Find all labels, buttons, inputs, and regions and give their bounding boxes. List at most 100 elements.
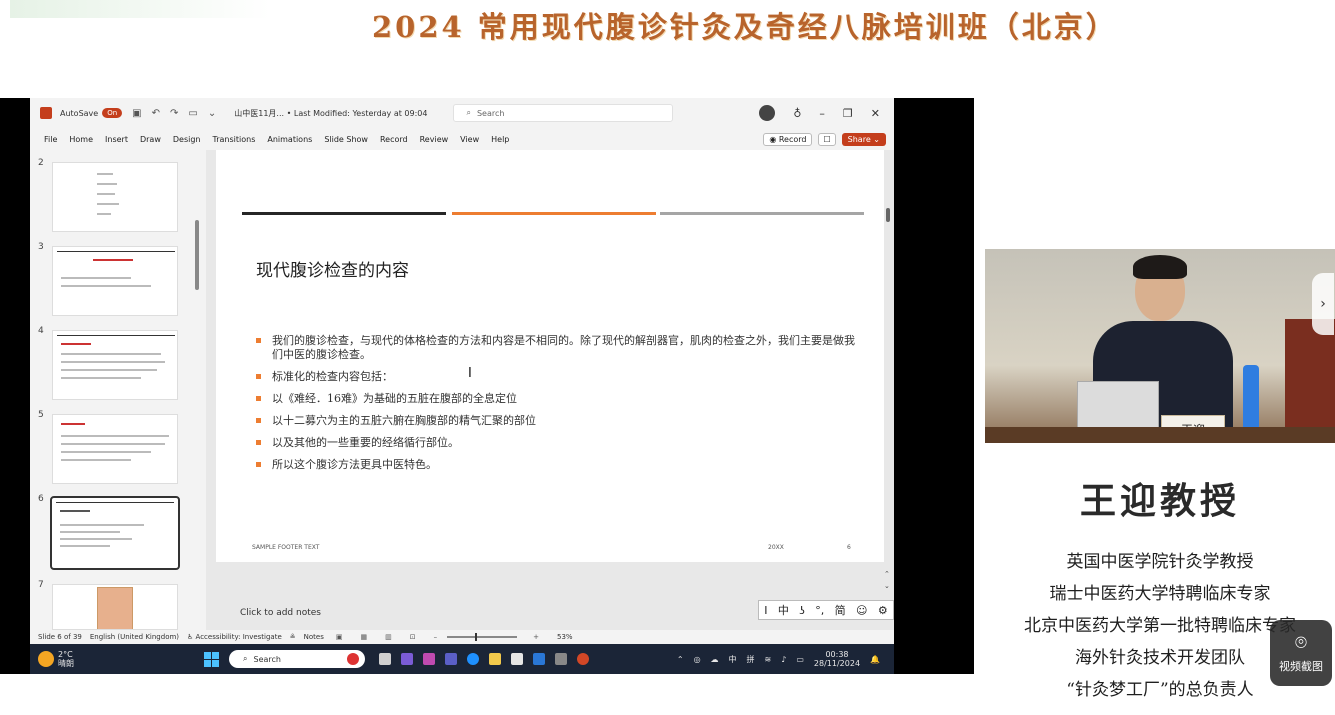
slide-title[interactable]: 现代腹诊检查的内容 xyxy=(256,256,409,281)
zoom-slider[interactable] xyxy=(447,633,518,641)
battery-icon[interactable]: ▭ xyxy=(796,655,804,664)
thumb-line xyxy=(61,369,157,371)
thumbnail-slide-7[interactable] xyxy=(52,584,178,630)
tab-review[interactable]: Review xyxy=(420,135,449,144)
present-icon[interactable]: ▭ xyxy=(188,108,197,119)
ime-chinese-mode[interactable]: 中 xyxy=(778,602,789,618)
redo-icon[interactable]: ↷ xyxy=(170,108,178,119)
tray-app-icon[interactable]: ◎ xyxy=(694,655,701,664)
sun-icon xyxy=(38,651,54,667)
ime-settings-icon[interactable]: ⚙ xyxy=(878,604,888,617)
minimize-icon[interactable]: – xyxy=(819,107,825,120)
clock-date: 28/11/2024 xyxy=(813,659,861,668)
tab-animations[interactable]: Animations xyxy=(267,135,312,144)
share-button[interactable]: Share ⌄ xyxy=(841,132,886,146)
edge-icon[interactable] xyxy=(467,653,479,665)
comments-icon[interactable]: ☐ xyxy=(818,132,836,146)
app-icon[interactable] xyxy=(423,653,435,665)
thumbnail-slide-2[interactable] xyxy=(52,162,178,232)
accessibility-status[interactable]: ♿ Accessibility: Investigate xyxy=(187,633,282,641)
thumbnail-slide-6-selected[interactable] xyxy=(50,496,180,570)
tab-help[interactable]: Help xyxy=(491,135,509,144)
notes-placeholder[interactable]: Click to add notes xyxy=(240,608,321,618)
ime-simplified-mode[interactable]: 简 xyxy=(835,602,846,618)
camera-icon[interactable] xyxy=(555,653,567,665)
tab-view[interactable]: View xyxy=(460,135,479,144)
notes-button[interactable]: Notes xyxy=(304,633,324,641)
thumb-line xyxy=(60,538,132,540)
current-slide[interactable]: 现代腹诊检查的内容 我们的腹诊检查，与现代的体格检查的方法和内容是不相同的。除了… xyxy=(216,150,884,562)
ime-lang-indicator[interactable]: 中 xyxy=(729,654,737,665)
normal-view-icon[interactable]: ▣ xyxy=(336,633,343,641)
thumbnail-slide-5[interactable] xyxy=(52,414,178,484)
customize-chevron-icon[interactable]: ⌄ xyxy=(208,108,216,119)
record-button[interactable]: ◉ Record xyxy=(763,132,813,146)
thumb-line xyxy=(97,213,111,215)
tray-chevron-icon[interactable]: ⌃ xyxy=(677,655,684,664)
tab-design[interactable]: Design xyxy=(173,135,201,144)
taskbar-search[interactable]: ⌕ Search xyxy=(229,650,365,668)
ime-punctuation-icon[interactable]: °, xyxy=(815,604,824,617)
video-curtain xyxy=(1285,319,1335,443)
copilot-icon[interactable] xyxy=(401,653,413,665)
store-icon[interactable] xyxy=(511,653,523,665)
reading-view-icon[interactable]: ▥ xyxy=(385,633,392,641)
ime-pinyin-indicator[interactable]: 拼 xyxy=(747,654,755,665)
restore-icon[interactable]: ❐ xyxy=(843,107,853,120)
notes-icon[interactable]: ≗ xyxy=(290,633,296,641)
taskbar-clock[interactable]: 00:38 28/11/2024 xyxy=(814,650,860,668)
notification-bell-icon[interactable]: 🔔 xyxy=(870,655,880,664)
zoom-level[interactable]: 53% xyxy=(557,633,573,641)
thumb-line xyxy=(97,173,113,175)
video-screenshot-button[interactable]: ⌾ 视频截图 xyxy=(1270,620,1332,686)
zoom-in-icon[interactable]: + xyxy=(533,633,539,641)
language-status[interactable]: English (United Kingdom) xyxy=(90,633,179,641)
windows-start-icon[interactable] xyxy=(204,651,219,667)
task-view-icon[interactable] xyxy=(379,653,391,665)
undo-icon[interactable]: ↶ xyxy=(152,108,160,119)
slide-scrollbar[interactable] xyxy=(886,208,890,222)
lightbulb-icon[interactable]: ♁ xyxy=(793,107,801,120)
ime-moon-icon[interactable]: ʖ xyxy=(799,604,805,617)
zoom-out-icon[interactable]: – xyxy=(434,633,438,641)
close-icon[interactable]: ✕ xyxy=(871,107,880,120)
slide-sorter-icon[interactable]: ▦ xyxy=(360,633,367,641)
thumb-line xyxy=(61,377,141,379)
weather-widget[interactable]: 2°C 晴朗 xyxy=(38,650,74,668)
tray-cloud-icon[interactable]: ☁ xyxy=(711,655,719,664)
ime-cursor-icon[interactable]: I xyxy=(764,604,767,617)
file-explorer-icon[interactable] xyxy=(489,653,501,665)
tab-home[interactable]: Home xyxy=(69,135,93,144)
thumb-line xyxy=(61,353,161,355)
wifi-icon[interactable]: ≋ xyxy=(765,655,772,664)
chevron-right-icon[interactable]: › xyxy=(1312,273,1334,335)
ime-emoji-icon[interactable]: ☺ xyxy=(856,604,867,617)
tab-insert[interactable]: Insert xyxy=(105,135,128,144)
scroll-down-icon[interactable]: ⌄ xyxy=(884,582,892,590)
tab-draw[interactable]: Draw xyxy=(140,135,161,144)
outlook-icon[interactable] xyxy=(533,653,545,665)
thumbnail-scrollbar[interactable] xyxy=(195,220,199,290)
system-tray: ⌃ ◎ ☁ 中 拼 ≋ ♪ ▭ 00:38 28/11/2024 🔔 xyxy=(677,650,880,668)
slide-date: 20XX xyxy=(768,544,784,551)
search-box[interactable]: ⌕ Search xyxy=(453,104,674,122)
powerpoint-taskbar-icon[interactable] xyxy=(577,653,589,665)
tab-file[interactable]: File xyxy=(44,135,57,144)
thumbnail-slide-4[interactable] xyxy=(52,330,178,400)
volume-icon[interactable]: ♪ xyxy=(781,655,786,664)
file-name[interactable]: 山中医11月... • Last Modified: Yesterday at … xyxy=(234,108,427,119)
scroll-up-icon[interactable]: ⌃ xyxy=(884,570,892,578)
tab-record[interactable]: Record xyxy=(380,135,408,144)
slide-bullet-list[interactable]: 我们的腹诊检查，与现代的体格检查的方法和内容是不相同的。除了现代的解剖器官，肌肉… xyxy=(256,334,856,480)
tab-slide-show[interactable]: Slide Show xyxy=(324,135,368,144)
tab-transitions[interactable]: Transitions xyxy=(213,135,256,144)
thumb-line xyxy=(61,451,151,453)
avatar[interactable] xyxy=(759,105,776,121)
slideshow-view-icon[interactable]: ⊡ xyxy=(410,633,416,641)
save-icon[interactable]: ▣ xyxy=(132,108,141,119)
slide-bullet: 我们的腹诊检查，与现代的体格检查的方法和内容是不相同的。除了现代的解剖器官，肌肉… xyxy=(256,334,856,362)
thumbnail-slide-3[interactable] xyxy=(52,246,178,316)
autosave-toggle[interactable]: On xyxy=(102,108,123,118)
zoom-slider-thumb[interactable] xyxy=(475,633,478,641)
teams-icon[interactable] xyxy=(445,653,457,665)
